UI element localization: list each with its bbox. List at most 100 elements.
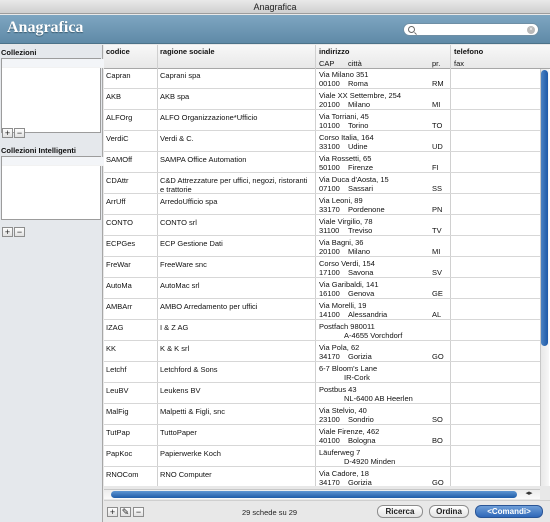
remove-smart-collection-button[interactable]: − bbox=[14, 227, 25, 237]
cell-citta: A-4655 Vorchdorf bbox=[344, 331, 403, 340]
table-row[interactable]: Capran Caprani spa Via Milano 351 00100 … bbox=[104, 68, 541, 89]
cell-indirizzo: Via Torriani, 45 bbox=[319, 112, 369, 121]
cell-ragione-sociale: SAMPA Office Automation bbox=[160, 155, 247, 164]
table-row[interactable]: AMBArr AMBO Arredamento per uffici Via M… bbox=[104, 299, 541, 320]
table-row[interactable]: ECPGes ECP Gestione Dati Via Bagni, 36 2… bbox=[104, 236, 541, 257]
cell-indirizzo: Via Pola, 62 bbox=[319, 343, 360, 352]
column-telefono[interactable]: telefono bbox=[454, 47, 483, 56]
table-row[interactable]: RNOCom RNO Computer Via Cadore, 18 34170… bbox=[104, 467, 541, 486]
cell-codice: CDAttr bbox=[106, 176, 129, 185]
table-header: codice ragione sociale indirizzo CAP cit… bbox=[104, 45, 550, 69]
column-ragione-sociale[interactable]: ragione sociale bbox=[160, 47, 215, 56]
cell-codice: ALFOrg bbox=[106, 113, 133, 122]
table-row[interactable]: TutPap TuttoPaper Viale Firenze, 462 401… bbox=[104, 425, 541, 446]
cell-ragione-sociale: FreeWare snc bbox=[160, 260, 207, 269]
add-record-button[interactable]: + bbox=[107, 507, 118, 517]
cell-indirizzo: Via Morelli, 19 bbox=[319, 301, 367, 310]
cell-indirizzo: Via Rossetti, 65 bbox=[319, 154, 372, 163]
commands-select[interactable]: <Comandi> bbox=[475, 505, 543, 518]
cell-indirizzo: Via Cadore, 18 bbox=[319, 469, 369, 478]
search-input[interactable]: × bbox=[403, 23, 539, 36]
column-cap[interactable]: CAP bbox=[319, 59, 334, 68]
cell-cap: 17100 bbox=[319, 268, 340, 277]
cell-pr: TO bbox=[432, 121, 443, 130]
remove-record-button[interactable]: − bbox=[133, 507, 144, 517]
column-pr[interactable]: pr. bbox=[432, 59, 440, 68]
cell-codice: VerdiC bbox=[106, 134, 129, 143]
table-row[interactable]: KK K & K srl Via Pola, 62 34170 Gorizia … bbox=[104, 341, 541, 362]
table-row[interactable]: CDAttr C&D Attrezzature per uffici, nego… bbox=[104, 173, 541, 194]
table-row[interactable]: ALFOrg ALFO Organizzazione*Ufficio Via T… bbox=[104, 110, 541, 131]
add-collection-button[interactable]: + bbox=[2, 128, 13, 138]
cell-pr: MI bbox=[432, 100, 441, 109]
cell-ragione-sociale: Papierwerke Koch bbox=[160, 449, 221, 458]
collections-list[interactable] bbox=[1, 58, 439, 133]
search-button[interactable]: Ricerca bbox=[377, 505, 423, 518]
cell-ragione-sociale: Caprani spa bbox=[160, 71, 201, 80]
collections-title: Collezioni bbox=[1, 48, 37, 57]
cell-ragione-sociale: C&D Attrezzature per uffici, negozi, ris… bbox=[160, 176, 308, 194]
cell-ragione-sociale: K & K srl bbox=[160, 344, 190, 353]
table-row[interactable]: CONTO CONTO srl Viale Virgilio, 78 31100… bbox=[104, 215, 541, 236]
cell-citta: IR-Cork bbox=[344, 373, 370, 382]
table-row[interactable]: VerdiC Verdi & C. Corso Italia, 164 3310… bbox=[104, 131, 541, 152]
cell-indirizzo: Via Duca d'Aosta, 15 bbox=[319, 175, 389, 184]
cell-indirizzo: Postfach 980011 bbox=[319, 322, 375, 331]
cell-indirizzo: Via Stelvio, 40 bbox=[319, 406, 367, 415]
table-row[interactable]: FreWar FreeWare snc Corso Verdi, 154 171… bbox=[104, 257, 541, 278]
column-citta[interactable]: città bbox=[348, 59, 362, 68]
table-row[interactable]: MalFig Malpetti & Figli, snc Via Stelvio… bbox=[104, 404, 541, 425]
cell-indirizzo: Viale Firenze, 462 bbox=[319, 427, 380, 436]
footer-bar: + ✎ − 29 schede su 29 Ricerca Ordina <Co… bbox=[104, 500, 550, 522]
column-codice[interactable]: codice bbox=[106, 47, 130, 56]
table-row[interactable]: Letchf Letchford & Sons 6-7 Bloom's Lane… bbox=[104, 362, 541, 383]
cell-codice: PapKoc bbox=[106, 449, 133, 458]
cell-cap: 00100 bbox=[319, 79, 340, 88]
column-fax[interactable]: fax bbox=[454, 59, 464, 68]
app-header: Anagrafica × bbox=[0, 15, 550, 44]
vertical-scrollbar-thumb[interactable] bbox=[541, 70, 548, 346]
cell-codice: LeuBV bbox=[106, 386, 129, 395]
cell-codice: CONTO bbox=[106, 218, 133, 227]
cell-codice: FreWar bbox=[106, 260, 131, 269]
table-row[interactable]: AutoMa AutoMac srl Via Garibaldi, 141 16… bbox=[104, 278, 541, 299]
cell-codice: TutPap bbox=[106, 428, 130, 437]
smart-collections-list[interactable] bbox=[1, 156, 439, 220]
cell-cap: 50100 bbox=[319, 163, 340, 172]
table-row[interactable]: ArrUff ArredoUfficio spa Via Leoni, 89 3… bbox=[104, 194, 541, 215]
scroll-arrows-icon[interactable]: ◂▸ bbox=[518, 489, 540, 499]
cell-ragione-sociale: Malpetti & Figli, snc bbox=[160, 407, 226, 416]
cell-citta: NL-6400 AB Heerlen bbox=[344, 394, 413, 403]
cell-pr: SV bbox=[432, 268, 443, 277]
sort-button[interactable]: Ordina bbox=[429, 505, 469, 518]
table-row[interactable]: SAMOff SAMPA Office Automation Via Rosse… bbox=[104, 152, 541, 173]
cell-indirizzo: Viale XX Settembre, 254 bbox=[319, 91, 401, 100]
cell-indirizzo: Corso Verdi, 154 bbox=[319, 259, 375, 268]
cell-pr: TV bbox=[432, 226, 442, 235]
remove-collection-button[interactable]: − bbox=[14, 128, 25, 138]
edit-record-icon[interactable]: ✎ bbox=[120, 507, 131, 517]
horizontal-scrollbar-thumb[interactable] bbox=[111, 491, 517, 498]
cell-ragione-sociale: AMBO Arredamento per uffici bbox=[160, 302, 258, 311]
cell-pr: UD bbox=[432, 142, 443, 151]
cell-cap: 33170 bbox=[319, 205, 340, 214]
cell-cap: 07100 bbox=[319, 184, 340, 193]
cell-cap: 23100 bbox=[319, 415, 340, 424]
cell-indirizzo: 6-7 Bloom's Lane bbox=[319, 364, 378, 373]
cell-ragione-sociale: ECP Gestione Dati bbox=[160, 239, 223, 248]
table-row[interactable]: LeuBV Leukens BV Postbus 43 NL-6400 AB H… bbox=[104, 383, 541, 404]
cell-pr: MI bbox=[432, 247, 441, 256]
add-smart-collection-button[interactable]: + bbox=[2, 227, 13, 237]
table-row[interactable]: PapKoc Papierwerke Koch Läuferweg 7 D-49… bbox=[104, 446, 541, 467]
window-titlebar: Anagrafica bbox=[0, 0, 550, 14]
cell-codice: ArrUff bbox=[106, 197, 126, 206]
clear-search-icon[interactable]: × bbox=[527, 26, 535, 34]
sidebar: Collezioni + − Collezioni Intelligenti +… bbox=[0, 45, 439, 522]
table-row[interactable]: IZAG I & Z AG Postfach 980011 A-4655 Vor… bbox=[104, 320, 541, 341]
cell-indirizzo: Via Milano 351 bbox=[319, 70, 369, 79]
table-row[interactable]: AKB AKB spa Viale XX Settembre, 254 2010… bbox=[104, 89, 541, 110]
cell-codice: AMBArr bbox=[106, 302, 133, 311]
cell-ragione-sociale: TuttoPaper bbox=[160, 428, 197, 437]
column-indirizzo[interactable]: indirizzo bbox=[319, 47, 349, 56]
cell-pr: AL bbox=[432, 310, 442, 319]
